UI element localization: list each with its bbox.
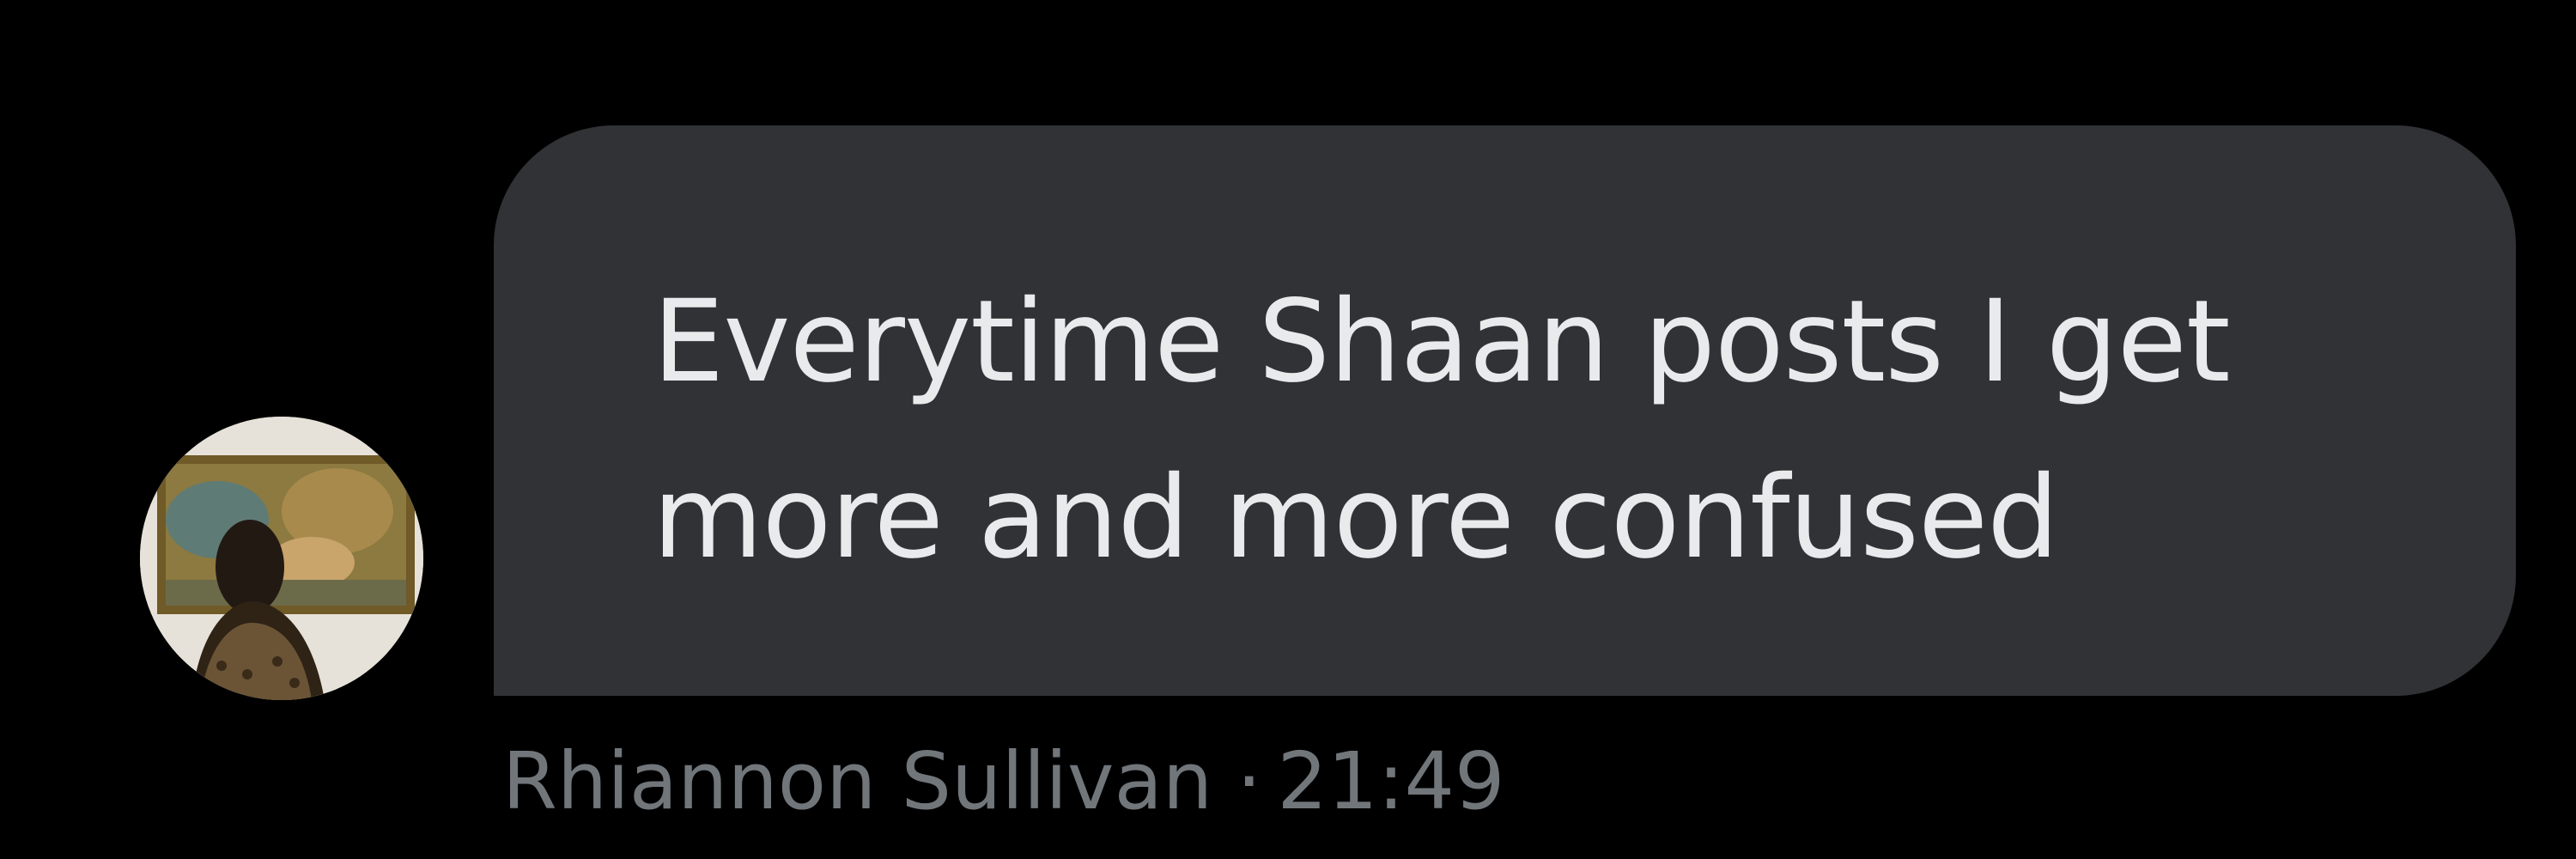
message-text: Everytime Shaan posts I get more and mor… — [653, 276, 2265, 584]
sender-avatar[interactable] — [140, 417, 423, 700]
meta-separator: · — [1236, 735, 1262, 827]
message-timestamp: 21:49 — [1277, 735, 1505, 827]
message-meta: Rhiannon Sullivan · 21:49 — [502, 734, 1505, 829]
sender-name: Rhiannon Sullivan — [502, 735, 1213, 827]
message-bubble[interactable]: Everytime Shaan posts I get more and mor… — [494, 125, 2516, 696]
avatar-photo-icon — [140, 417, 423, 700]
dm-message-row: Everytime Shaan posts I get more and mor… — [0, 0, 2576, 859]
